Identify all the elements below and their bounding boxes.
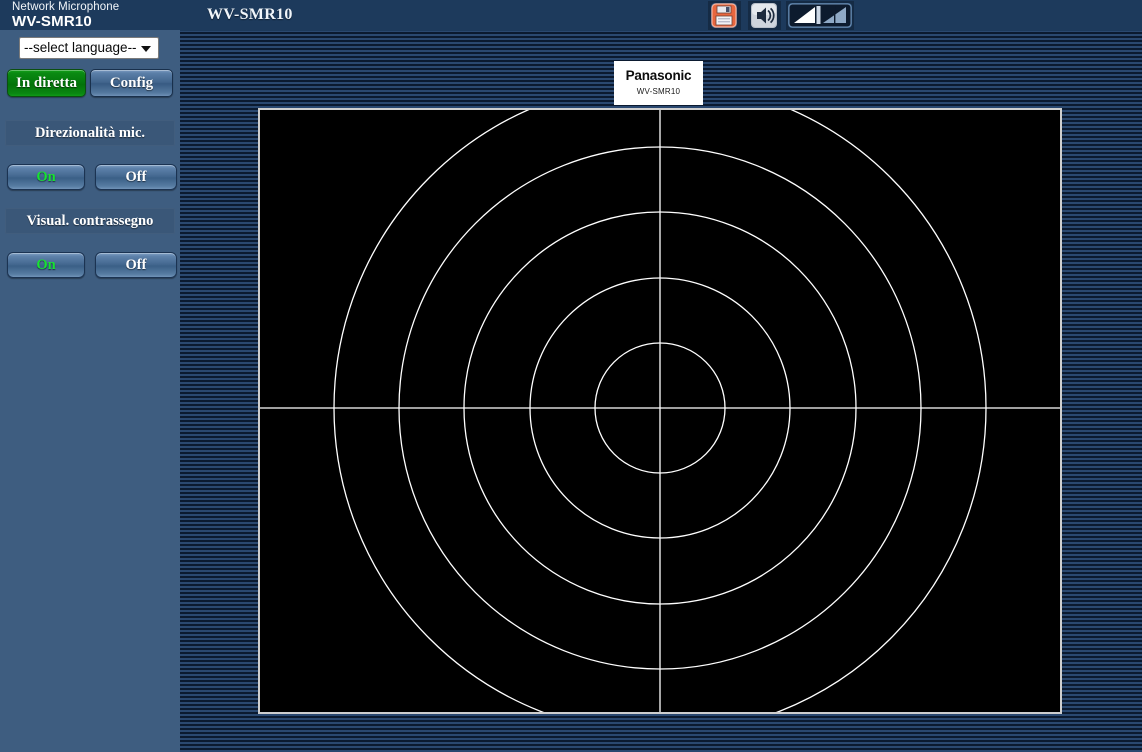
volume-slider-icon[interactable]	[786, 1, 854, 30]
mic-directivity-off-button[interactable]: Off	[95, 164, 177, 190]
product-kind-label: Network Microphone	[12, 1, 120, 13]
primary-nav: In diretta Config	[7, 69, 173, 97]
application-window: WV-SMR10 Panasonic WV-SMR10 Network Micr…	[0, 0, 1142, 752]
setup-button[interactable]: Config	[90, 69, 173, 97]
brand-name: Panasonic	[625, 68, 692, 83]
video-display-area[interactable]	[258, 108, 1062, 714]
sidebar-header: Network Microphone WV-SMR10	[0, 0, 180, 30]
mic-directivity-controls: On Off	[7, 164, 177, 190]
sidebar: Network Microphone WV-SMR10 --select lan…	[0, 0, 180, 752]
marker-display-on-button[interactable]: On	[7, 252, 85, 278]
language-select-wrapper: --select language--EnglishJapaneseItalia…	[19, 37, 159, 59]
live-button[interactable]: In diretta	[7, 69, 86, 97]
main-title-bar: WV-SMR10	[180, 0, 1142, 31]
panasonic-logo-plate: Panasonic WV-SMR10	[614, 61, 703, 105]
page-title: WV-SMR10	[207, 6, 293, 23]
main-content-area: WV-SMR10 Panasonic WV-SMR10	[180, 0, 1142, 752]
product-model-label: WV-SMR10	[12, 13, 92, 30]
floppy-save-icon[interactable]	[708, 1, 741, 30]
marker-display-off-button[interactable]: Off	[95, 252, 177, 278]
speaker-icon[interactable]	[748, 1, 781, 30]
mic-directivity-section-title: Direzionalità mic.	[5, 120, 175, 146]
mic-directivity-on-button[interactable]: On	[7, 164, 85, 190]
marker-display-section-title: Visual. contrassegno	[5, 208, 175, 234]
directivity-radar-chart	[260, 110, 1060, 712]
logo-model-name: WV-SMR10	[636, 87, 681, 96]
marker-display-controls: On Off	[7, 252, 177, 278]
language-select[interactable]: --select language--EnglishJapaneseItalia…	[19, 37, 159, 59]
